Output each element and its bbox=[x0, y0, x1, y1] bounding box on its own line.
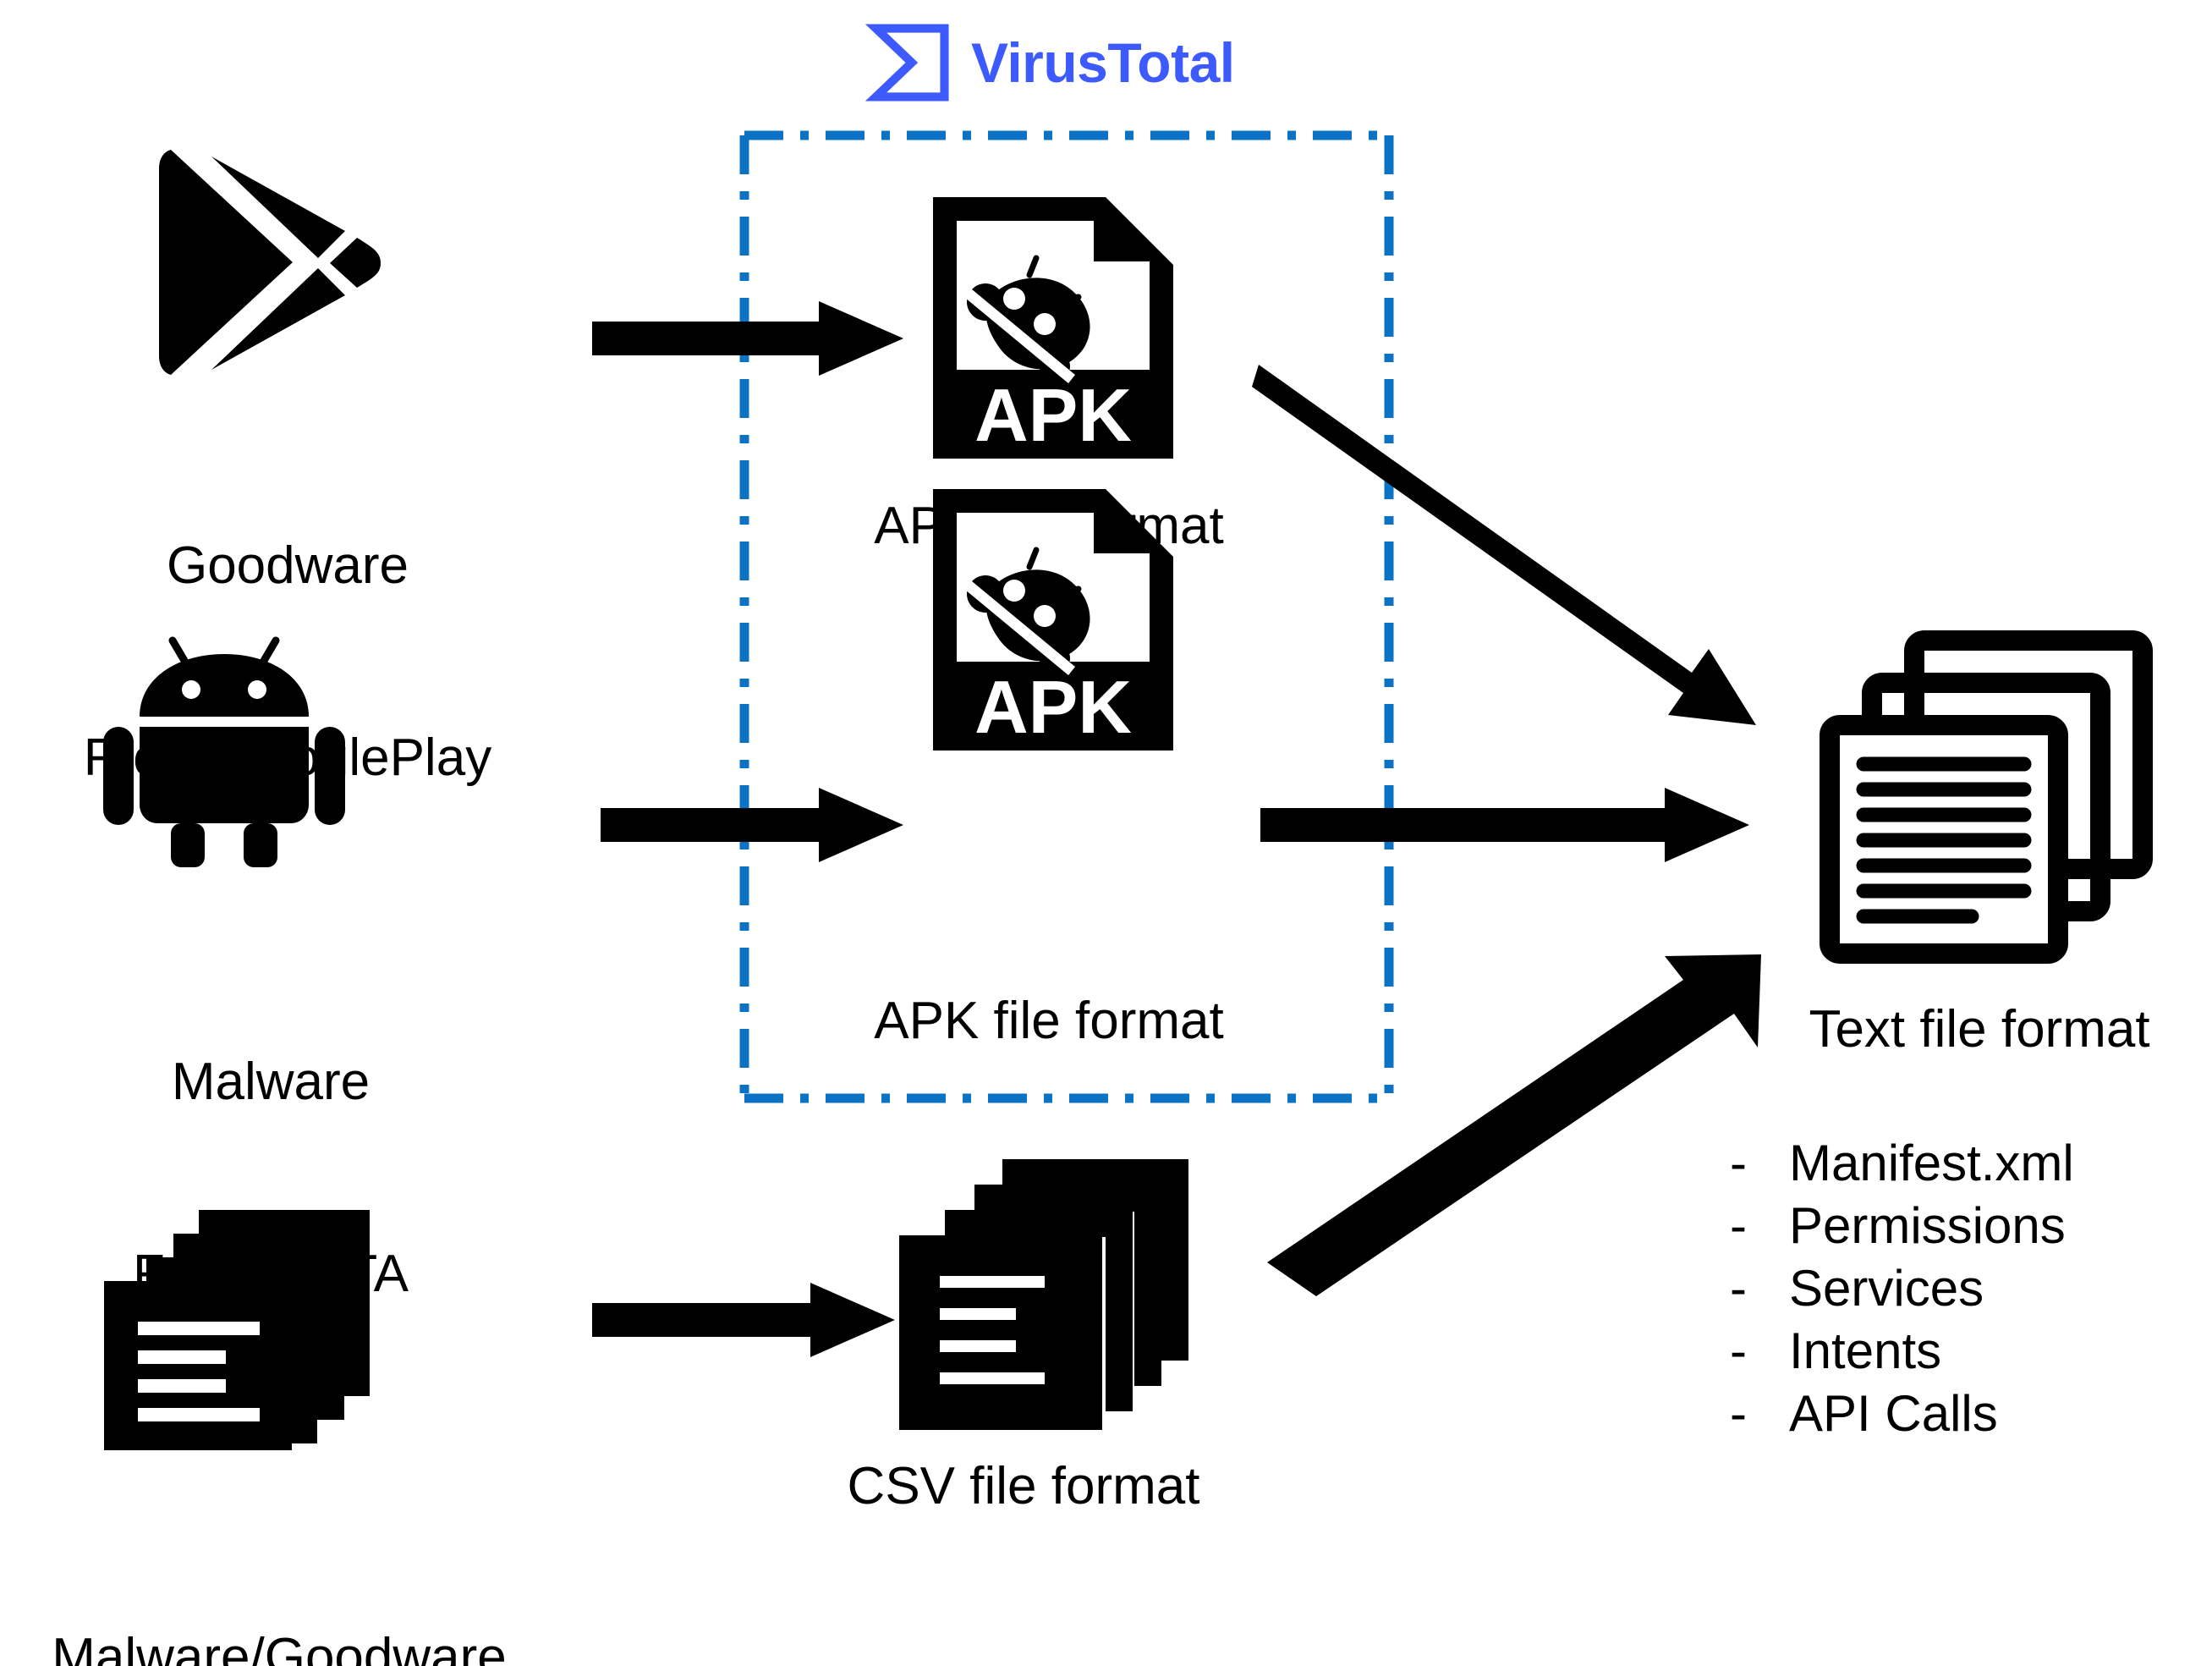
list-item-label: API Calls bbox=[1789, 1385, 1998, 1442]
list-bullet: - bbox=[1730, 1135, 1747, 1191]
list-item: - Intents bbox=[1730, 1326, 2074, 1388]
list-item: - Manifest.xml bbox=[1730, 1138, 2074, 1201]
output-attribute-list: - Manifest.xml - Permissions - Services … bbox=[1730, 1138, 2074, 1451]
stage-icon-apk-1: APK bbox=[926, 190, 1180, 465]
source-label-malware-goodware-fb-line1: Malware/Goodware bbox=[52, 1628, 507, 1666]
virustotal-label: VirusTotal bbox=[971, 31, 1235, 94]
stage-icon-csv-stack bbox=[892, 1151, 1197, 1438]
stage-icon-apk-2: APK bbox=[926, 482, 1180, 757]
source-label-malware-goodware-fb: Malware/Goodware From FB bbox=[0, 1498, 575, 1666]
arrow-fb-to-csv bbox=[592, 1278, 897, 1362]
apk-badge-text: APK bbox=[974, 665, 1132, 749]
list-item-label: Intents bbox=[1789, 1322, 1942, 1379]
arrow-apk1-to-text bbox=[1252, 343, 1802, 749]
list-item: - Permissions bbox=[1730, 1201, 2074, 1263]
source-icon-google-play bbox=[127, 140, 398, 385]
arrow-apk2-to-text bbox=[1260, 783, 1751, 867]
list-bullet: - bbox=[1730, 1322, 1747, 1379]
virustotal-brand: VirusTotal bbox=[864, 24, 1235, 102]
list-item: - Services bbox=[1730, 1263, 2074, 1326]
output-icon-text-file-stack bbox=[1806, 622, 2161, 977]
arrow-csv-to-text bbox=[1260, 914, 1802, 1296]
stage-caption-apk-2: APK file format bbox=[874, 992, 1224, 1050]
arrow-goodware-to-apk bbox=[592, 296, 905, 381]
source-label-goodware-line1: Goodware bbox=[166, 536, 409, 596]
list-bullet: - bbox=[1730, 1385, 1747, 1442]
list-bullet: - bbox=[1730, 1260, 1747, 1317]
list-bullet: - bbox=[1730, 1197, 1747, 1254]
list-item: - API Calls bbox=[1730, 1388, 2074, 1451]
stage-caption-csv: CSV file format bbox=[847, 1457, 1200, 1515]
output-caption-text-file: Text file format bbox=[1809, 1000, 2150, 1058]
diagram-canvas: VirusTotal Goodware From GooglePlay bbox=[0, 0, 2212, 1666]
source-icon-android-robot bbox=[102, 622, 347, 867]
source-label-malware-sota-line1: Malware bbox=[171, 1053, 370, 1112]
arrow-malware-to-apk bbox=[601, 783, 905, 867]
list-item-label: Manifest.xml bbox=[1789, 1135, 2074, 1191]
virustotal-logo-icon bbox=[864, 24, 949, 102]
list-item-label: Services bbox=[1789, 1260, 1984, 1317]
apk-badge-text: APK bbox=[974, 373, 1132, 457]
source-icon-document-stack bbox=[97, 1185, 376, 1455]
list-item-label: Permissions bbox=[1789, 1197, 2066, 1254]
